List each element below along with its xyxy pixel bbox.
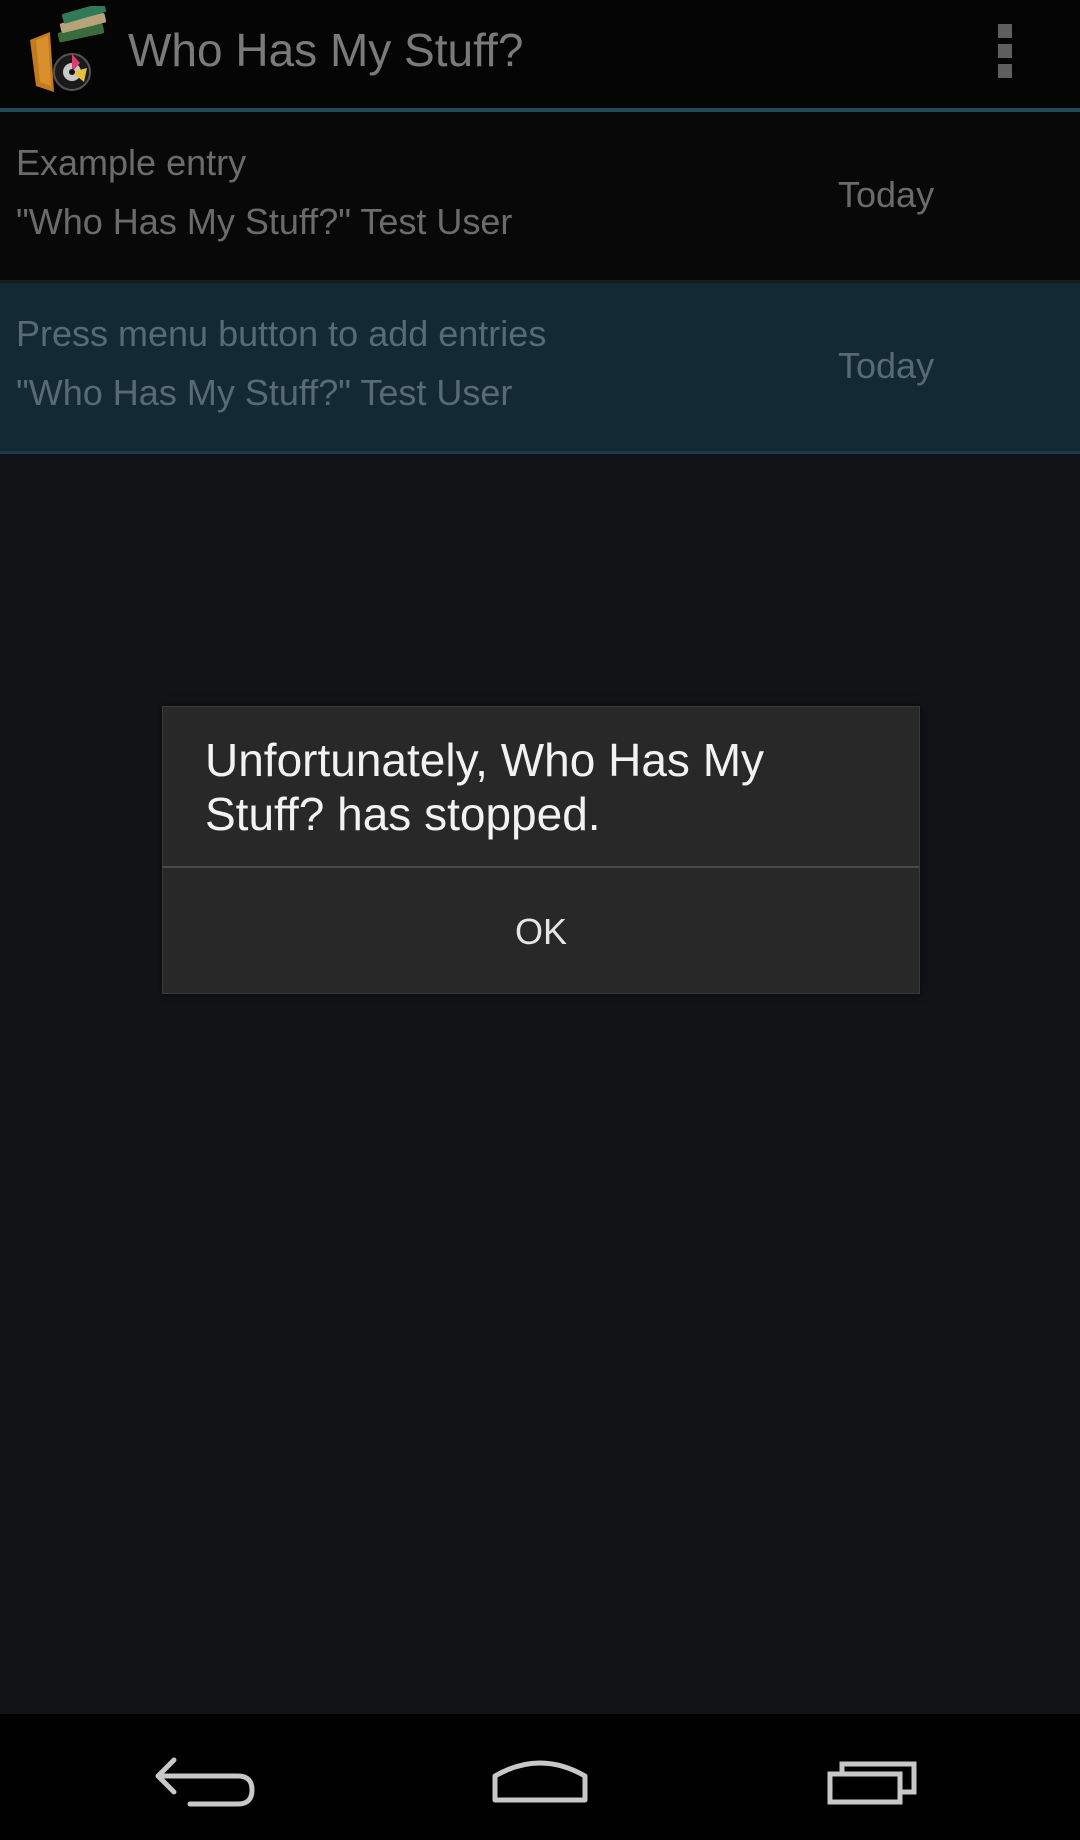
entry-date: Today: [838, 174, 935, 215]
crash-dialog: Unfortunately, Who Has My Stuff? has sto…: [162, 706, 920, 994]
screen: Who Has My Stuff? Example entry "Who Has…: [0, 0, 1080, 1840]
navigation-bar: [0, 1714, 1080, 1840]
entry-list: Example entry "Who Has My Stuff?" Test U…: [0, 112, 1080, 454]
home-icon[interactable]: [460, 1734, 620, 1820]
entry-owner: "Who Has My Stuff?" Test User: [16, 372, 513, 413]
entry-title: Press menu button to add entries: [16, 313, 547, 354]
books-app-icon[interactable]: [24, 2, 120, 96]
entry-owner: "Who Has My Stuff?" Test User: [16, 201, 513, 242]
list-item[interactable]: Press menu button to add entries "Who Ha…: [0, 283, 1080, 454]
overflow-menu-icon[interactable]: [984, 16, 1028, 86]
dialog-message: Unfortunately, Who Has My Stuff? has sto…: [205, 734, 765, 840]
list-item[interactable]: Example entry "Who Has My Stuff?" Test U…: [0, 112, 1080, 283]
back-icon[interactable]: [130, 1734, 290, 1820]
ok-button[interactable]: OK: [163, 868, 919, 993]
recents-icon[interactable]: [792, 1734, 952, 1820]
action-bar: Who Has My Stuff?: [0, 0, 1080, 112]
entry-title: Example entry: [16, 142, 247, 183]
entry-date: Today: [838, 345, 935, 386]
app-title: Who Has My Stuff?: [128, 24, 524, 76]
